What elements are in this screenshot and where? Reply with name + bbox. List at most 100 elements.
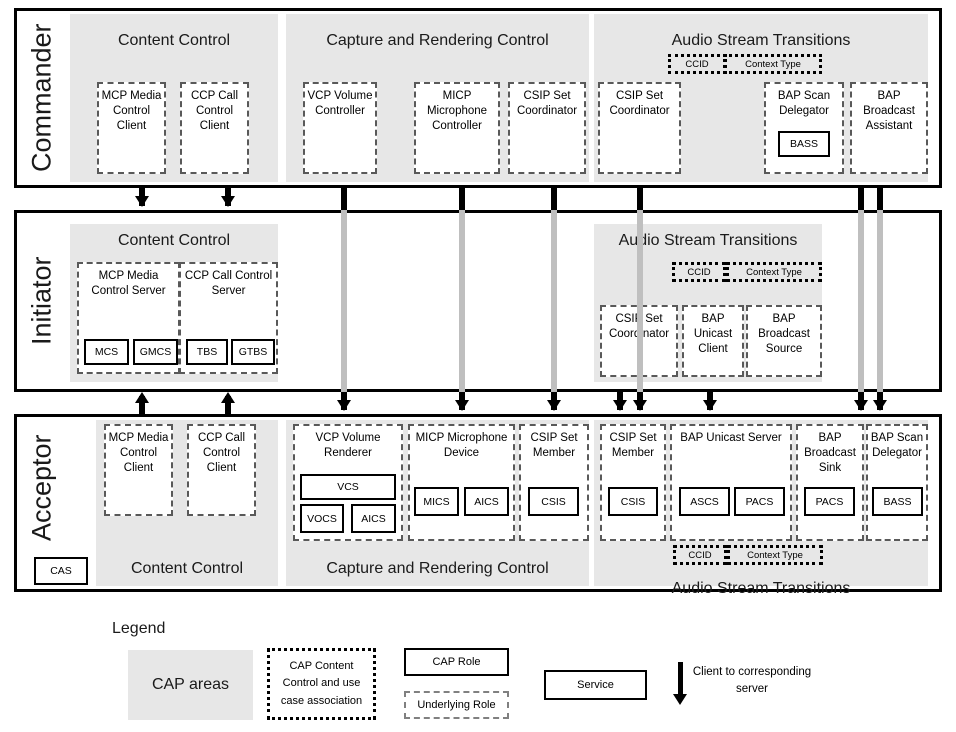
legend-title: Legend [112, 620, 166, 637]
connector-arrow-broadcast-assistant [873, 400, 887, 411]
passthrough-line-csip-crc [551, 210, 557, 392]
role-label: BAP Unicast Client [693, 313, 733, 356]
connector-arrow-ccp [221, 196, 235, 207]
acceptor-role-csip-set-member-ast[interactable]: CSIP Set Member [600, 424, 666, 541]
acceptor-role-csip-set-member-crc[interactable]: CSIP Set Member [519, 424, 589, 541]
role-label: VCP Volume Renderer [315, 432, 381, 460]
acceptor-role-micp-microphone-device[interactable]: MICP Microphone Device [408, 424, 515, 541]
commander-role-mcp-media-control-client[interactable]: MCP Media Control Client [97, 82, 166, 174]
tag-label: Context Type [745, 58, 801, 70]
acceptor-service-csis-crc[interactable]: CSIS [528, 487, 579, 516]
acceptor-tag-ccid: CCID [673, 545, 727, 565]
acceptor-tag-context-type: Context Type [727, 545, 823, 565]
legend-arrow-note: Client to corresponding server [692, 666, 812, 695]
initiator-content-control-title: Content Control [117, 232, 231, 249]
initiator-tag-context-type: Context Type [726, 262, 822, 282]
acceptor-row-label: Acceptor [26, 434, 57, 542]
acceptor-service-vcs[interactable]: VCS [300, 474, 396, 500]
commander-role-vcp-volume-controller[interactable]: VCP Volume Controller [303, 82, 377, 174]
passthrough-line-micp [459, 210, 465, 392]
commander-role-csip-set-coordinator-ast[interactable]: CSIP Set Coordinator [598, 82, 681, 174]
service-label: PACS [745, 495, 774, 508]
commander-tag-context-type: Context Type [724, 54, 822, 74]
connector-line-scan-delegator-top [858, 188, 864, 210]
role-label: MCP Media Control Client [108, 432, 169, 475]
commander-role-csip-set-coordinator-crc[interactable]: CSIP Set Coordinator [508, 82, 586, 174]
tag-label: Context Type [746, 266, 802, 278]
initiator-row-label: Initiator [26, 256, 57, 346]
commander-capture-rendering-title: Capture and Rendering Control [326, 32, 549, 49]
acceptor-capture-rendering-title: Capture and Rendering Control [326, 560, 549, 577]
service-label: CSIS [541, 495, 566, 508]
connector-arrow-unicast [703, 400, 717, 411]
initiator-service-gtbs[interactable]: GTBS [231, 339, 275, 365]
acceptor-service-vocs[interactable]: VOCS [300, 504, 344, 533]
commander-role-bap-broadcast-assistant[interactable]: BAP Broadcast Assistant [850, 82, 928, 174]
acceptor-service-aics-vcp[interactable]: AICS [351, 504, 396, 533]
legend-cap-areas-label: CAP areas [151, 676, 230, 693]
tag-label: CCID [688, 549, 712, 561]
legend-service-box: Service [544, 670, 647, 700]
diagram-canvas: Commander Content Control MCP Media Cont… [0, 0, 956, 732]
role-label: BAP Broadcast Assistant [863, 90, 915, 133]
commander-content-control-title: Content Control [117, 32, 231, 49]
legend-underlying-role-label: Underlying Role [417, 699, 496, 711]
initiator-service-mcs[interactable]: MCS [84, 339, 129, 365]
role-label: MCP Media Control Server [91, 270, 166, 298]
acceptor-role-bap-scan-delegator[interactable]: BAP Scan Delegator [866, 424, 928, 541]
role-label: CCP Call Control Server [184, 270, 273, 298]
connector-arrow-mcp [135, 196, 149, 207]
passthrough-line-scan-delegator [858, 210, 864, 392]
acceptor-service-csis-ast[interactable]: CSIS [608, 487, 658, 516]
service-label: CAS [50, 565, 72, 577]
legend-cap-content-control-label: CAP Content Control and use case associa… [280, 660, 363, 707]
connector-line-csip-ast-top [637, 188, 643, 210]
service-label: CSIS [620, 495, 646, 508]
tag-label: CCID [687, 266, 711, 278]
acceptor-service-pacs-unicast[interactable]: PACS [734, 487, 785, 516]
service-label: BASS [883, 495, 912, 508]
initiator-service-gmcs[interactable]: GMCS [133, 339, 178, 365]
passthrough-line-csip-ast [637, 210, 643, 392]
commander-role-micp-microphone-controller[interactable]: MICP Microphone Controller [414, 82, 500, 174]
initiator-role-bap-broadcast-source[interactable]: BAP Broadcast Source [746, 305, 822, 377]
connector-arrow-csip-ast-a [613, 400, 627, 411]
acceptor-service-mics[interactable]: MICS [414, 487, 459, 516]
connector-arrow-csip-ast-b [633, 400, 647, 411]
acceptor-role-mcp-media-control-client[interactable]: MCP Media Control Client [104, 424, 173, 516]
acceptor-service-bass[interactable]: BASS [872, 487, 923, 516]
connector-arrow-csip-crc [547, 400, 561, 411]
connector-arrow-mcp-up [135, 392, 149, 403]
service-label: BASS [789, 138, 818, 150]
commander-service-bass[interactable]: BASS [778, 131, 830, 157]
initiator-service-tbs[interactable]: TBS [186, 339, 228, 365]
commander-row-label: Commander [26, 23, 57, 173]
acceptor-service-ascs[interactable]: ASCS [679, 487, 730, 516]
acceptor-service-aics-micp[interactable]: AICS [464, 487, 509, 516]
connector-line-vcp-top [341, 188, 347, 210]
connector-line-csip-crc-top [551, 188, 557, 210]
role-label: CSIP Set Coordinator [609, 90, 670, 118]
commander-tag-ccid: CCID [668, 54, 726, 74]
role-label: BAP Scan Delegator [777, 90, 831, 118]
service-label: GMCS [139, 346, 172, 358]
passthrough-line-vcp [341, 210, 347, 392]
legend-cap-role-label: CAP Role [432, 656, 481, 668]
commander-role-bap-scan-delegator[interactable]: BAP Scan Delegator [764, 82, 844, 174]
role-label: BAP Broadcast Source [758, 313, 810, 356]
acceptor-role-bap-unicast-server[interactable]: BAP Unicast Server [670, 424, 792, 541]
service-label: MCS [94, 346, 119, 358]
connector-arrow-ccp-up [221, 392, 235, 403]
initiator-role-bap-unicast-client[interactable]: BAP Unicast Client [682, 305, 744, 377]
acceptor-role-bap-broadcast-sink[interactable]: BAP Broadcast Sink [796, 424, 864, 541]
commander-role-ccp-call-control-client[interactable]: CCP Call Control Client [180, 82, 249, 174]
acceptor-content-control-title: Content Control [130, 560, 244, 577]
role-label: CSIP Set Member [530, 432, 578, 460]
acceptor-audio-stream-transitions-title: Audio Stream Transitions [671, 580, 851, 597]
acceptor-service-pacs-broadcast[interactable]: PACS [804, 487, 855, 516]
legend-service-label: Service [577, 679, 614, 691]
acceptor-service-cas[interactable]: CAS [34, 557, 88, 585]
service-label: TBS [196, 346, 218, 358]
acceptor-role-ccp-call-control-client[interactable]: CCP Call Control Client [187, 424, 256, 516]
legend-arrow-head [673, 694, 687, 705]
